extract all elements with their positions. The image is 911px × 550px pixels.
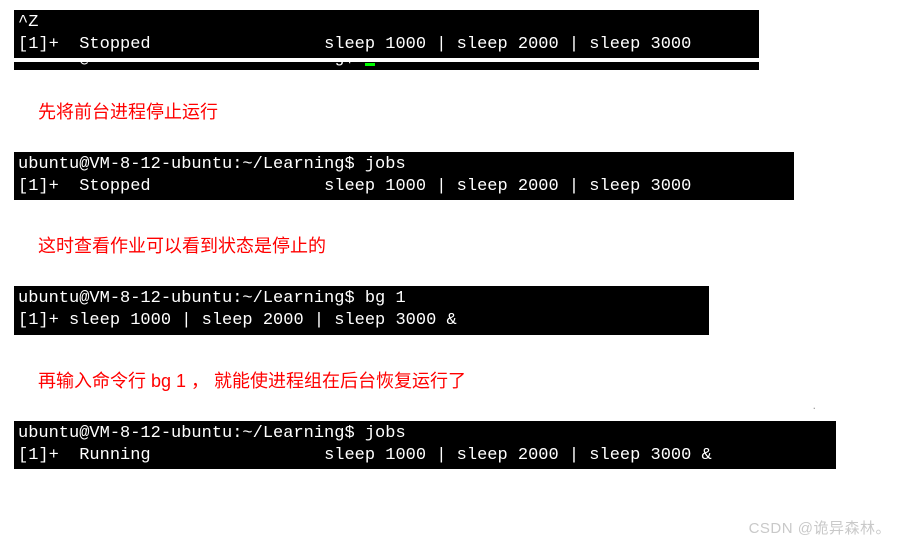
terminal-stub-line: ubuntu@VM-8-12-ubuntu:~/Learning$ xyxy=(14,62,759,70)
term2-line1: ubuntu@VM-8-12-ubuntu:~/Learning$ jobs xyxy=(18,155,406,174)
term2-line2-space xyxy=(151,177,324,196)
term4-line2-space xyxy=(151,446,324,465)
term1-line2-right: sleep 1000 | sleep 2000 | sleep 3000 xyxy=(324,35,691,54)
page-container: ^Z [1]+ Stopped sleep 1000 | sleep 2000 … xyxy=(0,0,911,483)
tiny-dot: . xyxy=(813,398,816,412)
watermark: CSDN @诡异森林。 xyxy=(749,517,891,538)
caption-2: 这时查看作业可以看到状态是停止的 xyxy=(14,204,897,286)
terminal-block-1: ^Z [1]+ Stopped sleep 1000 | sleep 2000 … xyxy=(14,10,759,58)
caption-3: 再输入命令行 bg 1 ， 就能使进程组在后台恢复运行了 xyxy=(14,339,897,421)
term3-line1: ubuntu@VM-8-12-ubuntu:~/Learning$ bg 1 xyxy=(18,289,406,308)
terminal-block-2: ubuntu@VM-8-12-ubuntu:~/Learning$ jobs [… xyxy=(14,152,794,200)
term4-line2-right: sleep 1000 | sleep 2000 | sleep 3000 & xyxy=(324,446,712,465)
term2-line2-right: sleep 1000 | sleep 2000 | sleep 3000 xyxy=(324,177,691,196)
term1-line2-space xyxy=(151,35,324,54)
term4-line2-left: [1]+ Running xyxy=(18,446,151,465)
cursor-icon xyxy=(365,63,375,66)
term4-line1: ubuntu@VM-8-12-ubuntu:~/Learning$ jobs xyxy=(18,424,406,443)
terminal-block-4: ubuntu@VM-8-12-ubuntu:~/Learning$ jobs [… xyxy=(14,421,836,469)
term3-line2: [1]+ sleep 1000 | sleep 2000 | sleep 300… xyxy=(18,311,457,330)
term1-line1: ^Z xyxy=(18,13,38,32)
term1-line2-left: [1]+ Stopped xyxy=(18,35,151,54)
terminal-block-3: ubuntu@VM-8-12-ubuntu:~/Learning$ bg 1 [… xyxy=(14,286,709,334)
caption-1: 先将前台进程停止运行 xyxy=(14,70,897,152)
term2-line2-left: [1]+ Stopped xyxy=(18,177,151,196)
